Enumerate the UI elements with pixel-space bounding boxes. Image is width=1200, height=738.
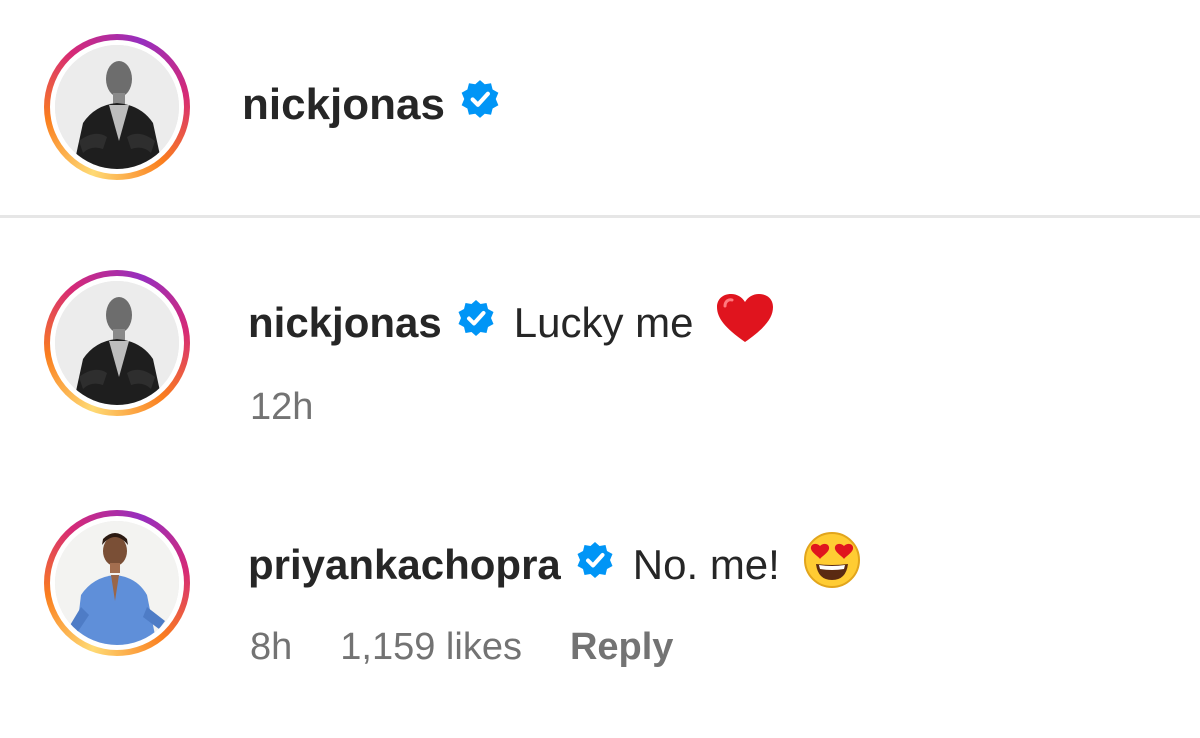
avatar-ring-gap	[50, 516, 184, 650]
comment-row: nickjonas Lucky me	[248, 292, 775, 354]
reply-button[interactable]: Reply	[570, 626, 673, 669]
post-header: nickjonas	[0, 0, 1200, 218]
verified-badge-icon	[575, 540, 615, 590]
red-heart-icon	[715, 292, 775, 354]
nickjonas-avatar-image	[55, 45, 179, 169]
header-avatar[interactable]	[44, 34, 190, 180]
header-title-row: nickjonas	[242, 78, 501, 131]
comment-meta: 8h 1,159 likes Reply	[250, 626, 721, 669]
avatar-ring-gap	[50, 276, 184, 410]
avatar-ring-gap	[50, 40, 184, 174]
heart-eyes-face-icon	[802, 530, 862, 600]
comment-meta: 12h	[250, 386, 361, 429]
comment-row: priyankachopra No. me!	[248, 530, 862, 600]
likes-count[interactable]: 1,159 likes	[340, 626, 522, 669]
comment-timestamp[interactable]: 8h	[250, 626, 292, 669]
comment-text: No. me!	[632, 541, 780, 588]
comment-avatar-nickjonas[interactable]	[44, 270, 190, 416]
comment-text: Lucky me	[513, 299, 694, 346]
comment-username[interactable]: priyankachopra	[248, 541, 561, 589]
priyankachopra-avatar-image	[55, 521, 179, 645]
comment-avatar-priyankachopra[interactable]	[44, 510, 190, 656]
nickjonas-avatar-image	[55, 281, 179, 405]
comment-timestamp[interactable]: 12h	[250, 386, 313, 429]
comment-username[interactable]: nickjonas	[248, 299, 442, 347]
verified-badge-icon	[456, 298, 496, 348]
header-username[interactable]: nickjonas	[242, 80, 445, 130]
verified-badge-icon	[459, 78, 501, 131]
